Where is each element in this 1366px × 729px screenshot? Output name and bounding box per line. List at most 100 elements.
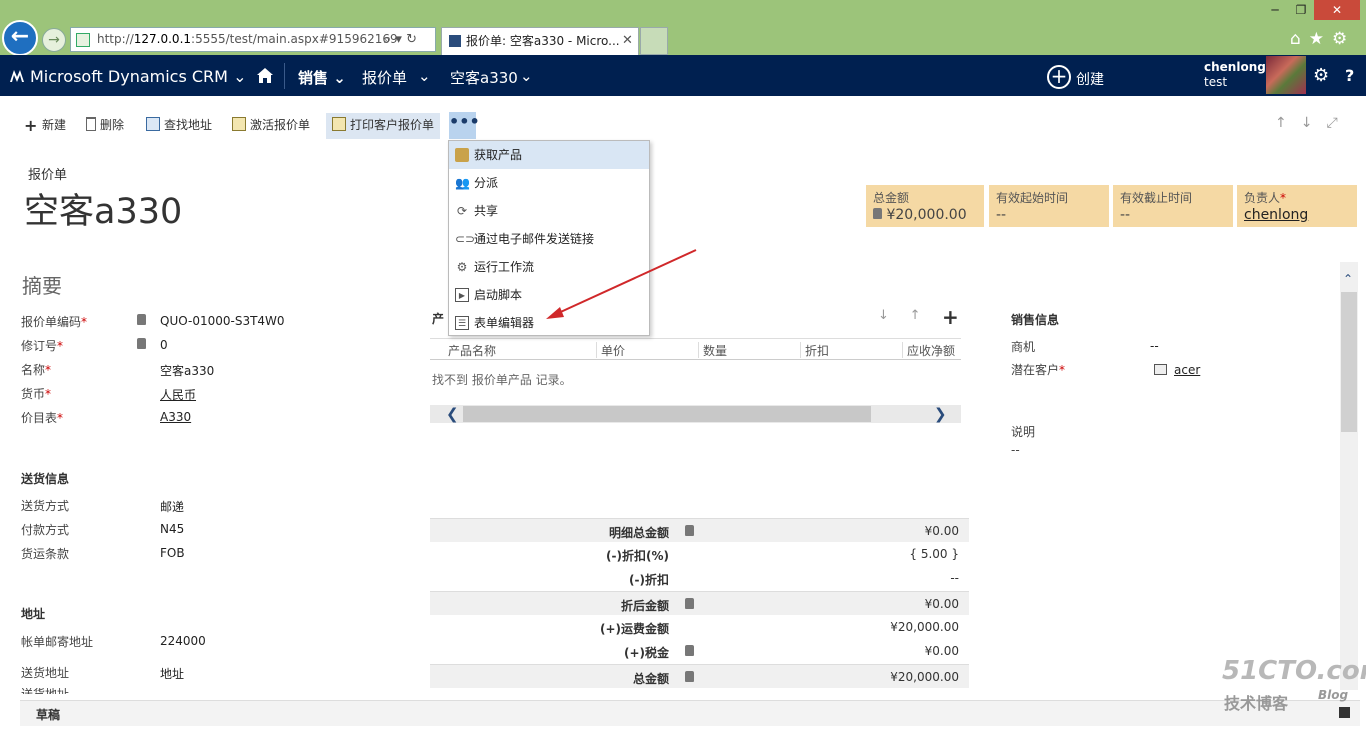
column-header[interactable]: 产品名称 (444, 342, 496, 358)
opportunity-field[interactable]: -- (1150, 339, 1159, 353)
up-arrow-icon[interactable]: ↑ (910, 308, 921, 323)
down-arrow-icon[interactable]: ↓ (878, 308, 889, 323)
gear-icon[interactable]: ⚙ (1313, 65, 1329, 86)
no-records-message: 找不到 报价单产品 记录。 (432, 373, 572, 387)
header-tile-effective-from[interactable]: 有效起始时间 -- (989, 185, 1109, 227)
up-arrow-icon[interactable]: ↑ (1275, 115, 1301, 131)
total-label: (+)运费金额 (599, 622, 669, 636)
down-arrow-icon[interactable]: ↓ (1301, 115, 1327, 131)
user-org: test (1204, 75, 1228, 89)
add-product-icon[interactable]: + (942, 305, 959, 329)
column-header[interactable]: 折扣 (800, 342, 829, 358)
search-icon[interactable]: ⌕ (384, 32, 391, 47)
field-label-price-list: 价目表* (21, 409, 63, 426)
payment-terms-field[interactable]: N45 (160, 522, 184, 536)
address-tools[interactable]: ⌕ ▾ ↻ (384, 27, 436, 52)
app-name[interactable]: Microsoft Dynamics CRM ⌄ (30, 67, 246, 86)
currency-link[interactable]: 人民币 (160, 386, 196, 403)
restore-button[interactable]: ❐ (1288, 0, 1314, 20)
home-icon[interactable] (256, 67, 274, 84)
find-address-label: 查找地址 (164, 118, 213, 132)
dropdown-icon[interactable]: ▾ (395, 32, 402, 47)
create-label[interactable]: 创建 (1076, 69, 1104, 89)
more-commands-button[interactable]: ••• (449, 112, 480, 139)
activate-quote-button[interactable]: 激活报价单 (230, 113, 310, 139)
menu-item-assign[interactable]: 👥 分派 (449, 169, 649, 197)
menu-item-share[interactable]: ⟳ 共享 (449, 197, 649, 225)
find-address-button[interactable]: 查找地址 (144, 113, 212, 139)
field-label-revision: 修订号* (21, 337, 63, 354)
owner-link[interactable]: chenlong (1244, 207, 1350, 223)
menu-item-label: 获取产品 (474, 148, 523, 162)
minimize-button[interactable]: ─ (1262, 0, 1288, 20)
total-value: ¥0.00 (924, 644, 959, 658)
scroll-right-icon[interactable]: ❯ (934, 405, 947, 423)
menu-item-label: 共享 (474, 204, 499, 218)
tab-close-icon[interactable]: ✕ (622, 33, 633, 48)
column-header[interactable]: 应收净额 (902, 342, 955, 358)
nav-entity[interactable]: 报价单 (362, 67, 407, 88)
url-prefix: http:// (97, 32, 134, 46)
bill-to-field[interactable]: 224000 (160, 634, 206, 648)
totals-row[interactable]: (-)折扣(%) { 5.00 } (430, 542, 969, 566)
nav-entity-chevron[interactable]: ⌄ (418, 67, 431, 85)
column-header[interactable]: 单价 (596, 342, 625, 358)
nav-divider (284, 63, 285, 89)
nav-record[interactable]: 空客a330 (450, 67, 518, 88)
name-field[interactable]: 空客a330 (160, 362, 214, 379)
save-icon[interactable] (1339, 707, 1350, 718)
field-label-currency: 货币* (21, 385, 51, 402)
lock-icon (685, 598, 694, 609)
description-field[interactable]: -- (1011, 443, 1020, 457)
record-nav-icons: ↑↓⤢ (1275, 115, 1352, 131)
ship-to-field[interactable]: 地址 (160, 665, 184, 682)
ship-method-field[interactable]: 邮递 (160, 498, 184, 515)
refresh-icon[interactable]: ↻ (406, 32, 417, 47)
delete-button[interactable]: 删除 (84, 113, 124, 139)
header-tile-owner[interactable]: 负责人* chenlong (1237, 185, 1357, 227)
tile-value: -- (1120, 207, 1131, 223)
window-controls: ─ ❐ ✕ (1262, 0, 1366, 20)
tile-label: 有效截止时间 (1120, 191, 1193, 205)
nav-record-chevron[interactable]: ⌄ (520, 67, 533, 85)
scroll-left-icon[interactable]: ❮ (446, 405, 459, 423)
avatar[interactable] (1266, 56, 1306, 94)
link-icon: ⊂⊃ (455, 232, 476, 246)
totals-row[interactable]: (-)折扣 -- (430, 566, 969, 590)
potential-customer-link[interactable]: acer (1174, 363, 1200, 377)
print-quote-button[interactable]: 打印客户报价单 (326, 113, 441, 139)
price-list-link[interactable]: A330 (160, 410, 191, 424)
scrollbar-thumb[interactable] (463, 406, 871, 422)
scrollbar-thumb[interactable] (1341, 292, 1357, 432)
column-header[interactable]: 数量 (698, 342, 727, 358)
new-button[interactable]: + 新建 (22, 113, 66, 139)
freight-terms-field[interactable]: FOB (160, 546, 185, 560)
products-grid-header: 产品名称 单价 数量 折扣 应收净额 (430, 338, 961, 360)
plus-icon: + (24, 116, 38, 135)
form-icon: ☰ (455, 316, 469, 330)
back-button[interactable]: ← (2, 20, 38, 56)
help-icon[interactable]: ? (1345, 66, 1354, 85)
forward-button[interactable]: → (42, 28, 66, 52)
print-document-icon (332, 117, 346, 131)
field-label-payment-terms: 付款方式 (21, 523, 70, 537)
browser-toolbar-icons[interactable]: ⌂★⚙ (1290, 29, 1355, 49)
address-bar[interactable]: http://127.0.0.1:5555/test/main.aspx#915… (70, 27, 436, 52)
browser-tab[interactable]: 报价单: 空客a330 - Micro... (441, 27, 639, 55)
label-text: 价目表 (21, 411, 58, 425)
new-tab-button[interactable] (640, 27, 668, 55)
menu-item-get-products[interactable]: 获取产品 (449, 141, 649, 169)
close-window-button[interactable]: ✕ (1314, 0, 1360, 20)
tile-value: ¥20,000.00 (873, 207, 977, 223)
record-status: 草稿 (36, 708, 61, 722)
create-plus-icon[interactable]: + (1047, 65, 1071, 89)
user-info[interactable]: chenlong test (1204, 60, 1266, 90)
totals-row[interactable]: (+)运费金额 ¥20,000.00 (430, 615, 969, 639)
header-tile-total: 总金额 ¥20,000.00 (866, 185, 984, 227)
field-label-name: 名称* (21, 361, 51, 378)
header-tile-effective-to[interactable]: 有效截止时间 -- (1113, 185, 1233, 227)
account-icon (1154, 364, 1167, 375)
popout-icon[interactable]: ⤢ (1326, 115, 1351, 131)
scroll-up-icon[interactable]: ⌃ (1343, 272, 1353, 286)
nav-sales[interactable]: 销售 ⌄ (298, 67, 346, 88)
